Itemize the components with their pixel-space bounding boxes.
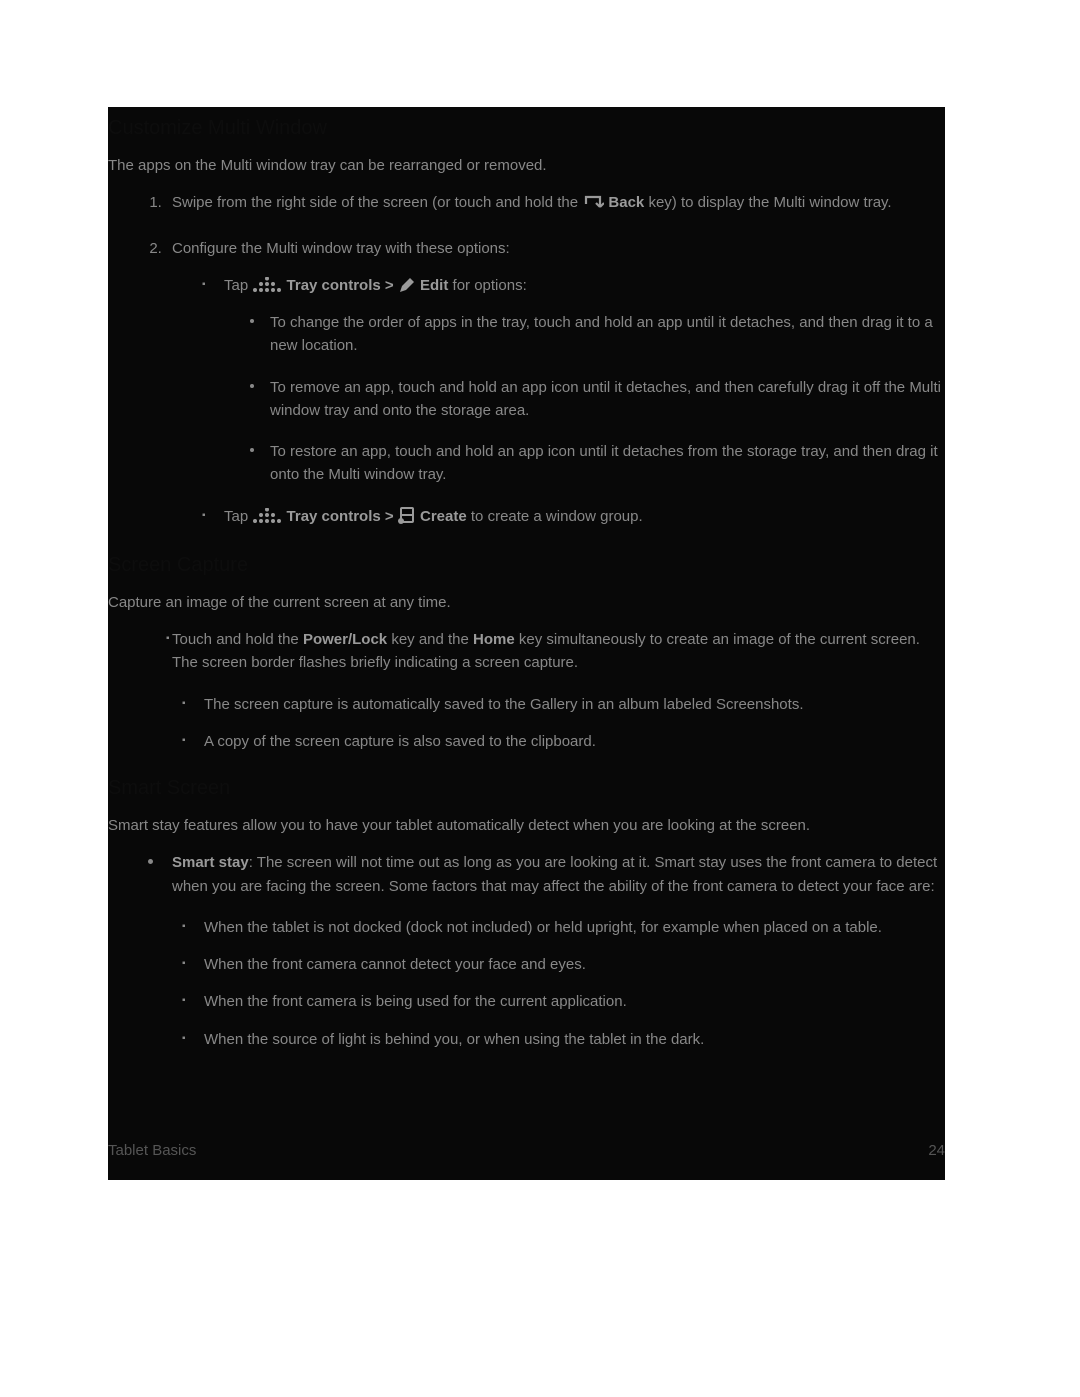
tap-text-b: Tap	[224, 508, 252, 525]
step-2-text: Configure the Multi window tray with the…	[172, 240, 510, 257]
tray-option-edit: Tap	[202, 274, 945, 487]
power-lock-label: Power/Lock	[303, 631, 387, 648]
heading-smart-screen: Smart Screen	[108, 773, 945, 804]
cap-b: key and the	[391, 631, 473, 648]
step-1-text-a: Swipe from the right side of the screen …	[172, 194, 582, 211]
edit-sub-1: To change the order of apps in the tray,…	[248, 311, 945, 358]
cap-sub-1: The screen capture is automatically save…	[182, 693, 945, 716]
edit-sublist: To change the order of apps in the tray,…	[224, 311, 945, 487]
page-footer: Tablet Basics 24	[108, 1069, 945, 1170]
tray-controls-label-a: Tray controls	[287, 277, 381, 294]
tray-controls-icon	[252, 277, 282, 293]
footer-section-title: Tablet Basics	[108, 1139, 196, 1162]
tray-controls-label-b: Tray controls	[287, 508, 381, 525]
edit-rest: for options:	[453, 277, 527, 294]
gt-b: >	[385, 508, 398, 525]
edit-label: Edit	[420, 277, 448, 294]
create-rest: to create a window group.	[471, 508, 643, 525]
back-icon	[582, 194, 604, 210]
cap-a: Touch and hold the	[172, 631, 303, 648]
smart-stay-label: Smart stay	[172, 854, 249, 871]
smart-screen-intro: Smart stay features allow you to have yo…	[108, 814, 945, 837]
edit-sub-3: To restore an app, touch and hold an app…	[248, 440, 945, 487]
smart-sub-3: When the front camera is being used for …	[182, 990, 945, 1013]
step-1-text-b: key) to display the Multi window tray.	[648, 194, 891, 211]
smart-screen-list: Smart stay: The screen will not time out…	[108, 851, 945, 1051]
edit-pencil-icon	[398, 276, 416, 294]
edit-sub-2: To remove an app, touch and hold an app …	[248, 376, 945, 423]
footer-page-number: 24	[928, 1139, 945, 1162]
smart-stay-text: : The screen will not time out as long a…	[172, 854, 937, 894]
home-label: Home	[473, 631, 515, 648]
tray-controls-icon	[252, 508, 282, 524]
step-1-back-label: Back	[608, 194, 644, 211]
smart-sub-1: When the tablet is not docked (dock not …	[182, 916, 945, 939]
create-label: Create	[420, 508, 467, 525]
tray-options-list: Tap	[172, 274, 945, 528]
smart-sub-4: When the source of light is behind you, …	[182, 1028, 945, 1051]
screen-capture-instruction: Touch and hold the Power/Lock key and th…	[166, 628, 945, 753]
smart-stay-sublist: When the tablet is not docked (dock not …	[172, 916, 945, 1051]
step-2: Configure the Multi window tray with the…	[166, 237, 945, 528]
screen-capture-intro: Capture an image of the current screen a…	[108, 591, 945, 614]
tray-option-create: Tap	[202, 505, 945, 528]
cap-sub-2: A copy of the screen capture is also sav…	[182, 730, 945, 753]
screen-capture-sublist: The screen capture is automatically save…	[172, 693, 945, 754]
smart-stay-item: Smart stay: The screen will not time out…	[148, 851, 945, 1051]
customize-steps: Swipe from the right side of the screen …	[108, 191, 945, 528]
create-window-icon	[398, 507, 416, 525]
smart-sub-2: When the front camera cannot detect your…	[182, 953, 945, 976]
step-1: Swipe from the right side of the screen …	[166, 191, 945, 214]
gt-a: >	[385, 277, 398, 294]
tap-text-a: Tap	[224, 277, 252, 294]
heading-customize-multi-window: Customize Multi Window	[108, 113, 945, 144]
heading-screen-capture: Screen Capture	[108, 550, 945, 581]
customize-intro: The apps on the Multi window tray can be…	[108, 154, 945, 177]
